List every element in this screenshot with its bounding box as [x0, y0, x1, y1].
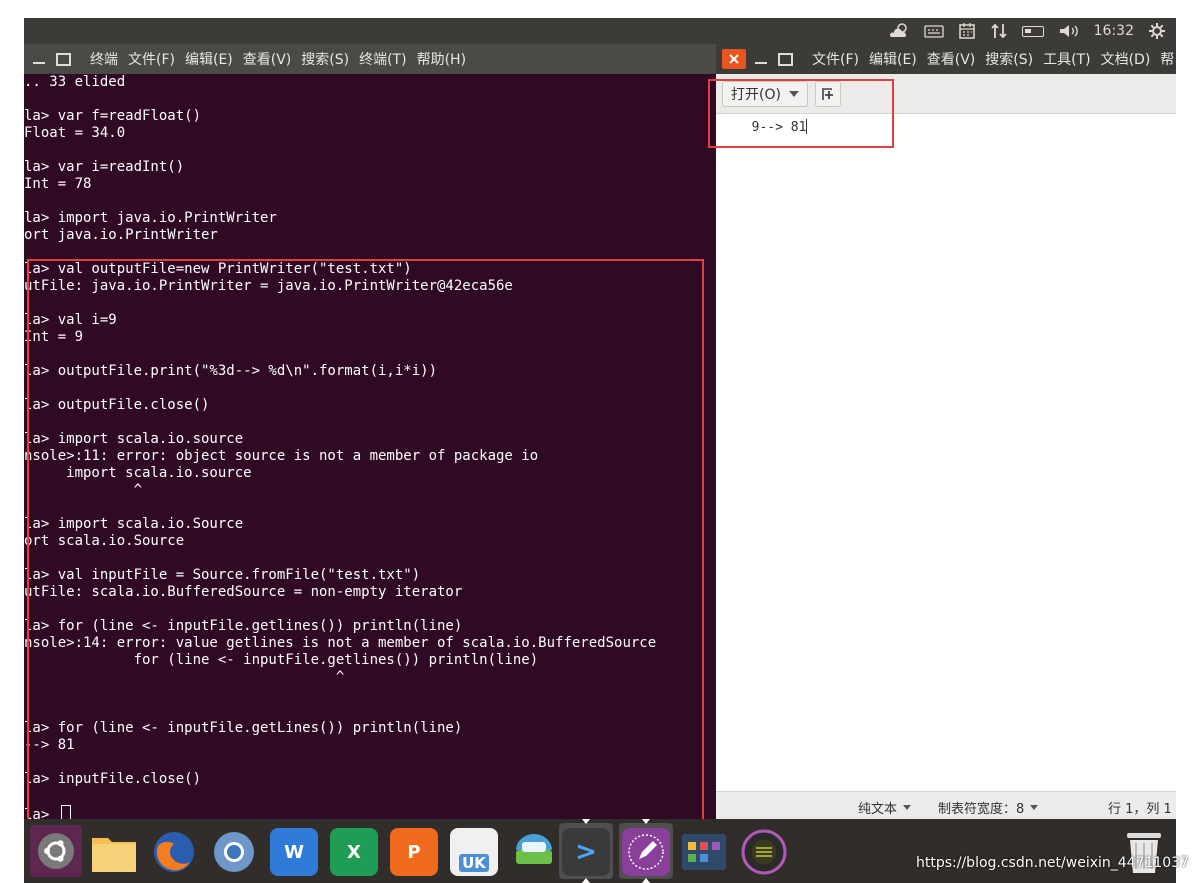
- menu-file[interactable]: 文件(F): [812, 49, 859, 69]
- running-indicator: [582, 878, 590, 883]
- dock: W X P UK >: [24, 819, 1176, 883]
- terminal-line: .. 33 elided: [24, 74, 126, 90]
- watermark: https://blog.csdn.net/weixin_44711037: [916, 855, 1190, 871]
- dvd-icon[interactable]: [740, 828, 788, 876]
- ubuntu-kylin-store-icon[interactable]: UK: [450, 828, 498, 876]
- menu-view[interactable]: 查看(V): [243, 49, 292, 69]
- language-selector[interactable]: 纯文本: [858, 798, 912, 817]
- terminal-line: la> import java.io.PrintWriter: [24, 210, 277, 226]
- menu-view[interactable]: 查看(V): [927, 49, 976, 69]
- running-indicator: [642, 878, 650, 883]
- writer-letter: W: [284, 841, 304, 863]
- terminal-line: la> var f=readFloat(): [24, 108, 202, 124]
- menu-edit[interactable]: 编辑(E): [185, 49, 233, 69]
- gedit-window-controls: [722, 49, 794, 69]
- battery-icon[interactable]: [1021, 25, 1044, 37]
- gedit-icon[interactable]: [622, 828, 670, 876]
- language-label: 纯文本: [858, 802, 898, 817]
- minimize-button[interactable]: [752, 49, 770, 69]
- weather-icon[interactable]: [888, 22, 910, 40]
- clock[interactable]: 16:32: [1094, 23, 1134, 39]
- menu-help[interactable]: 帮: [1160, 49, 1174, 69]
- menu-help[interactable]: 帮助(H): [417, 49, 466, 69]
- workspace-switcher-icon[interactable]: [680, 828, 728, 876]
- menu-search[interactable]: 搜索(S): [985, 49, 1033, 69]
- terminal-app-title: 终端: [90, 52, 118, 68]
- menu-file[interactable]: 文件(F): [128, 49, 175, 69]
- software-updater-icon[interactable]: [510, 828, 558, 876]
- gedit-window: 文件(F) 编辑(E) 查看(V) 搜索(S) 工具(T) 文档(D) 帮 打开…: [708, 44, 1176, 819]
- chevron-down-icon: [903, 805, 912, 810]
- tab-width-selector[interactable]: 制表符宽度：8: [938, 798, 1039, 817]
- top-panel: 16:32: [24, 18, 1176, 44]
- maximize-button[interactable]: [54, 49, 72, 69]
- ubuntu-dash-icon[interactable]: [30, 825, 82, 877]
- cursor-position-label: 行 1，列 1: [1108, 802, 1172, 817]
- running-indicator: [582, 819, 590, 824]
- terminal-line: Float = 34.0: [24, 125, 126, 141]
- tab-width-label: 制表符宽度：8: [938, 802, 1025, 817]
- terminal-output[interactable]: .. 33 elided la> var f=readFloat() Float =…: [24, 74, 716, 819]
- terminal-menubar: 终端 文件(F) 编辑(E) 查看(V) 搜索(S) 终端(T) 帮助(H): [24, 44, 716, 74]
- terminal-line: la> var i=readInt(): [24, 159, 185, 175]
- terminal-window-controls: [30, 49, 72, 69]
- terminal-glyph: >: [575, 837, 597, 867]
- menu-terminal[interactable]: 终端(T): [359, 49, 406, 69]
- keyboard-icon[interactable]: [923, 24, 944, 38]
- chromium-icon[interactable]: [210, 828, 258, 876]
- terminal-line: Int = 78: [24, 176, 92, 192]
- network-arrows-icon[interactable]: [990, 22, 1008, 40]
- store-label: UK: [459, 854, 489, 872]
- system-tray: 16:32: [888, 18, 1166, 44]
- annotation-highlight-box: [27, 259, 704, 819]
- maximize-button[interactable]: [776, 49, 794, 69]
- presentation-letter: P: [407, 841, 421, 863]
- terminal-icon[interactable]: >: [562, 828, 610, 876]
- gedit-statusbar: 纯文本 制表符宽度：8 行 1，列 1: [716, 791, 1176, 819]
- running-indicator: [642, 819, 650, 824]
- text-editor-area[interactable]: 9--> 81: [716, 115, 1176, 791]
- gedit-menu: 文件(F) 编辑(E) 查看(V) 搜索(S) 工具(T) 文档(D) 帮: [812, 49, 1174, 69]
- menu-edit[interactable]: 编辑(E): [869, 49, 917, 69]
- close-button[interactable]: [722, 49, 746, 69]
- menu-tools[interactable]: 工具(T): [1043, 49, 1090, 69]
- volume-icon[interactable]: [1058, 23, 1080, 39]
- power-gear-icon[interactable]: [1148, 22, 1166, 40]
- terminal-menu: 终端 文件(F) 编辑(E) 查看(V) 搜索(S) 终端(T) 帮助(H): [90, 49, 466, 69]
- wps-writer-icon[interactable]: W: [270, 828, 318, 876]
- terminal-window: 终端 文件(F) 编辑(E) 查看(V) 搜索(S) 终端(T) 帮助(H) .…: [24, 44, 716, 819]
- cursor-position: 行 1，列 1: [1108, 798, 1172, 817]
- annotation-highlight-box: [708, 79, 894, 148]
- gedit-menubar: 文件(F) 编辑(E) 查看(V) 搜索(S) 工具(T) 文档(D) 帮: [716, 44, 1176, 74]
- wps-presentation-icon[interactable]: P: [390, 828, 438, 876]
- files-icon[interactable]: [90, 828, 138, 876]
- minimize-button[interactable]: [30, 49, 48, 69]
- menu-search[interactable]: 搜索(S): [301, 49, 349, 69]
- spreadsheet-letter: X: [347, 841, 361, 863]
- wps-spreadsheet-icon[interactable]: X: [330, 828, 378, 876]
- menu-documents[interactable]: 文档(D): [1101, 49, 1151, 69]
- firefox-icon[interactable]: [150, 828, 198, 876]
- desktop: 16:32 终端 文件(F) 编辑(E) 查看(V) 搜索(S) 终端(T) 帮…: [24, 18, 1176, 883]
- terminal-line: ort java.io.PrintWriter: [24, 227, 218, 243]
- chevron-down-icon: [1030, 805, 1039, 810]
- calendar-icon[interactable]: [958, 22, 976, 40]
